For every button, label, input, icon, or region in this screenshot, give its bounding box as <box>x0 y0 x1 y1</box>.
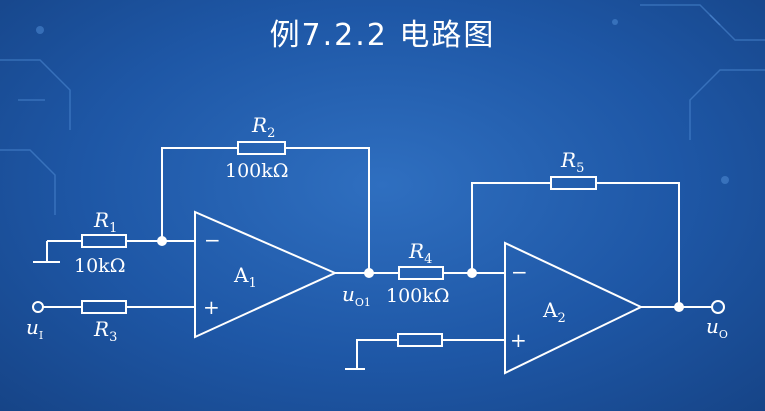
r2-value: 100kΩ <box>225 160 289 182</box>
r1-label: R1 <box>93 208 117 236</box>
slide: 例7.2.2 电路图 − + − + A1 A2 R1 R2 R3 R4 R5 … <box>0 0 765 411</box>
r3-label: R3 <box>93 317 117 345</box>
resistor-r5 <box>550 176 597 190</box>
r1-value: 10kΩ <box>74 255 125 277</box>
ui-label: uI <box>26 315 43 342</box>
resistor-r1 <box>81 234 127 248</box>
a1-plus-sign: + <box>203 295 220 319</box>
a2-label: A2 <box>542 298 566 326</box>
junction-node <box>467 268 477 278</box>
r4-label: R4 <box>408 239 432 267</box>
input-terminal <box>32 301 44 313</box>
resistor-r4 <box>398 266 444 280</box>
resistor-r3 <box>81 300 127 314</box>
r5-label: R5 <box>560 148 584 176</box>
circuit-diagram: − + − + A1 A2 R1 R2 R3 R4 R5 10kΩ 100kΩ … <box>0 4 765 375</box>
a1-label: A1 <box>233 263 257 291</box>
a2-minus-sign: − <box>511 260 528 284</box>
resistor-r6 <box>397 333 443 347</box>
uo-label: uO <box>706 314 728 341</box>
junction-node <box>674 302 684 312</box>
wires <box>33 147 712 370</box>
junction-node <box>157 236 167 246</box>
a2-plus-sign: + <box>510 328 527 352</box>
output-terminal <box>711 300 725 314</box>
r4-value: 100kΩ <box>386 285 450 307</box>
a1-minus-sign: − <box>204 228 221 252</box>
junction-node <box>364 268 374 278</box>
r2-label: R2 <box>251 113 275 141</box>
uo1-label: uO1 <box>342 282 371 309</box>
resistor-r2 <box>237 141 286 155</box>
